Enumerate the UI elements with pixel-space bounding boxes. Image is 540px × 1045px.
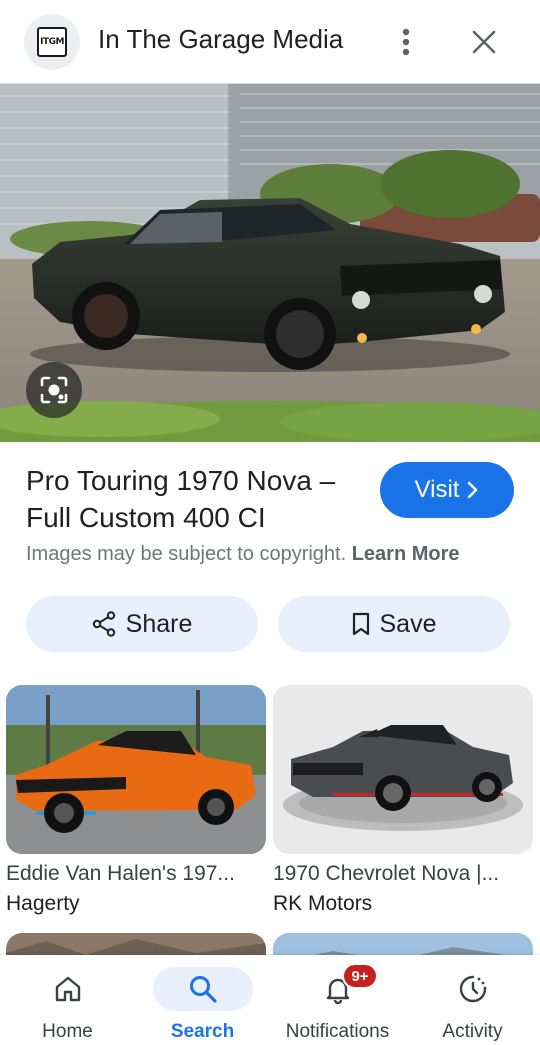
save-label: Save (379, 609, 437, 638)
nav-search[interactable]: Search (135, 955, 270, 1045)
related-title: Eddie Van Halen's 197... (6, 862, 235, 885)
nav-activity[interactable]: Activity (405, 955, 540, 1045)
share-label: Share (125, 609, 193, 638)
more-options-icon[interactable] (388, 20, 424, 64)
share-icon (92, 611, 115, 637)
chevron-right-icon (468, 481, 478, 499)
copyright-text: Images may be subject to copyright. (26, 543, 347, 565)
share-button[interactable]: Share (26, 596, 258, 652)
activity-icon (423, 967, 523, 1011)
related-card[interactable]: 1970 Chevrolet Nova |... RK Motors (273, 685, 533, 916)
nav-label: Activity (442, 1021, 503, 1042)
site-name: In The Garage Media (98, 24, 344, 54)
nav-notifications[interactable]: 9+ Notifications (270, 955, 405, 1045)
notification-badge: 9+ (342, 963, 378, 989)
bookmark-icon (352, 612, 369, 636)
copyright-notice: Images may be subject to copyright. Lear… (26, 543, 460, 566)
related-card[interactable]: Eddie Van Halen's 197... Hagerty (6, 685, 266, 916)
result-image[interactable] (0, 84, 540, 442)
related-image (273, 685, 533, 854)
search-icon (152, 967, 253, 1011)
related-image (6, 685, 266, 854)
related-source: Hagerty (6, 892, 80, 915)
home-icon (18, 967, 118, 1011)
result-title[interactable]: Pro Touring 1970 Nova – Full Custom 400 … (26, 462, 366, 536)
nav-label: Search (170, 1021, 235, 1042)
site-logo-badge: ITGM (37, 27, 67, 57)
site-logo[interactable]: ITGM (24, 14, 80, 70)
nav-label: Home (42, 1021, 93, 1042)
save-button[interactable]: Save (278, 596, 510, 652)
visit-button[interactable]: Visit (380, 462, 514, 518)
app-header: ITGM In The Garage Media (0, 0, 540, 84)
related-source: RK Motors (273, 892, 373, 915)
nav-home[interactable]: Home (0, 955, 135, 1045)
visit-label: Visit (414, 476, 460, 503)
close-icon[interactable] (462, 20, 506, 64)
related-title: 1970 Chevrolet Nova |... (273, 862, 500, 885)
learn-more-link[interactable]: Learn More (352, 543, 460, 565)
lens-search-icon[interactable] (26, 362, 82, 418)
bottom-navigation: Home Search 9+ Notifications Activity (0, 955, 540, 1045)
nav-label: Notifications (285, 1021, 390, 1042)
